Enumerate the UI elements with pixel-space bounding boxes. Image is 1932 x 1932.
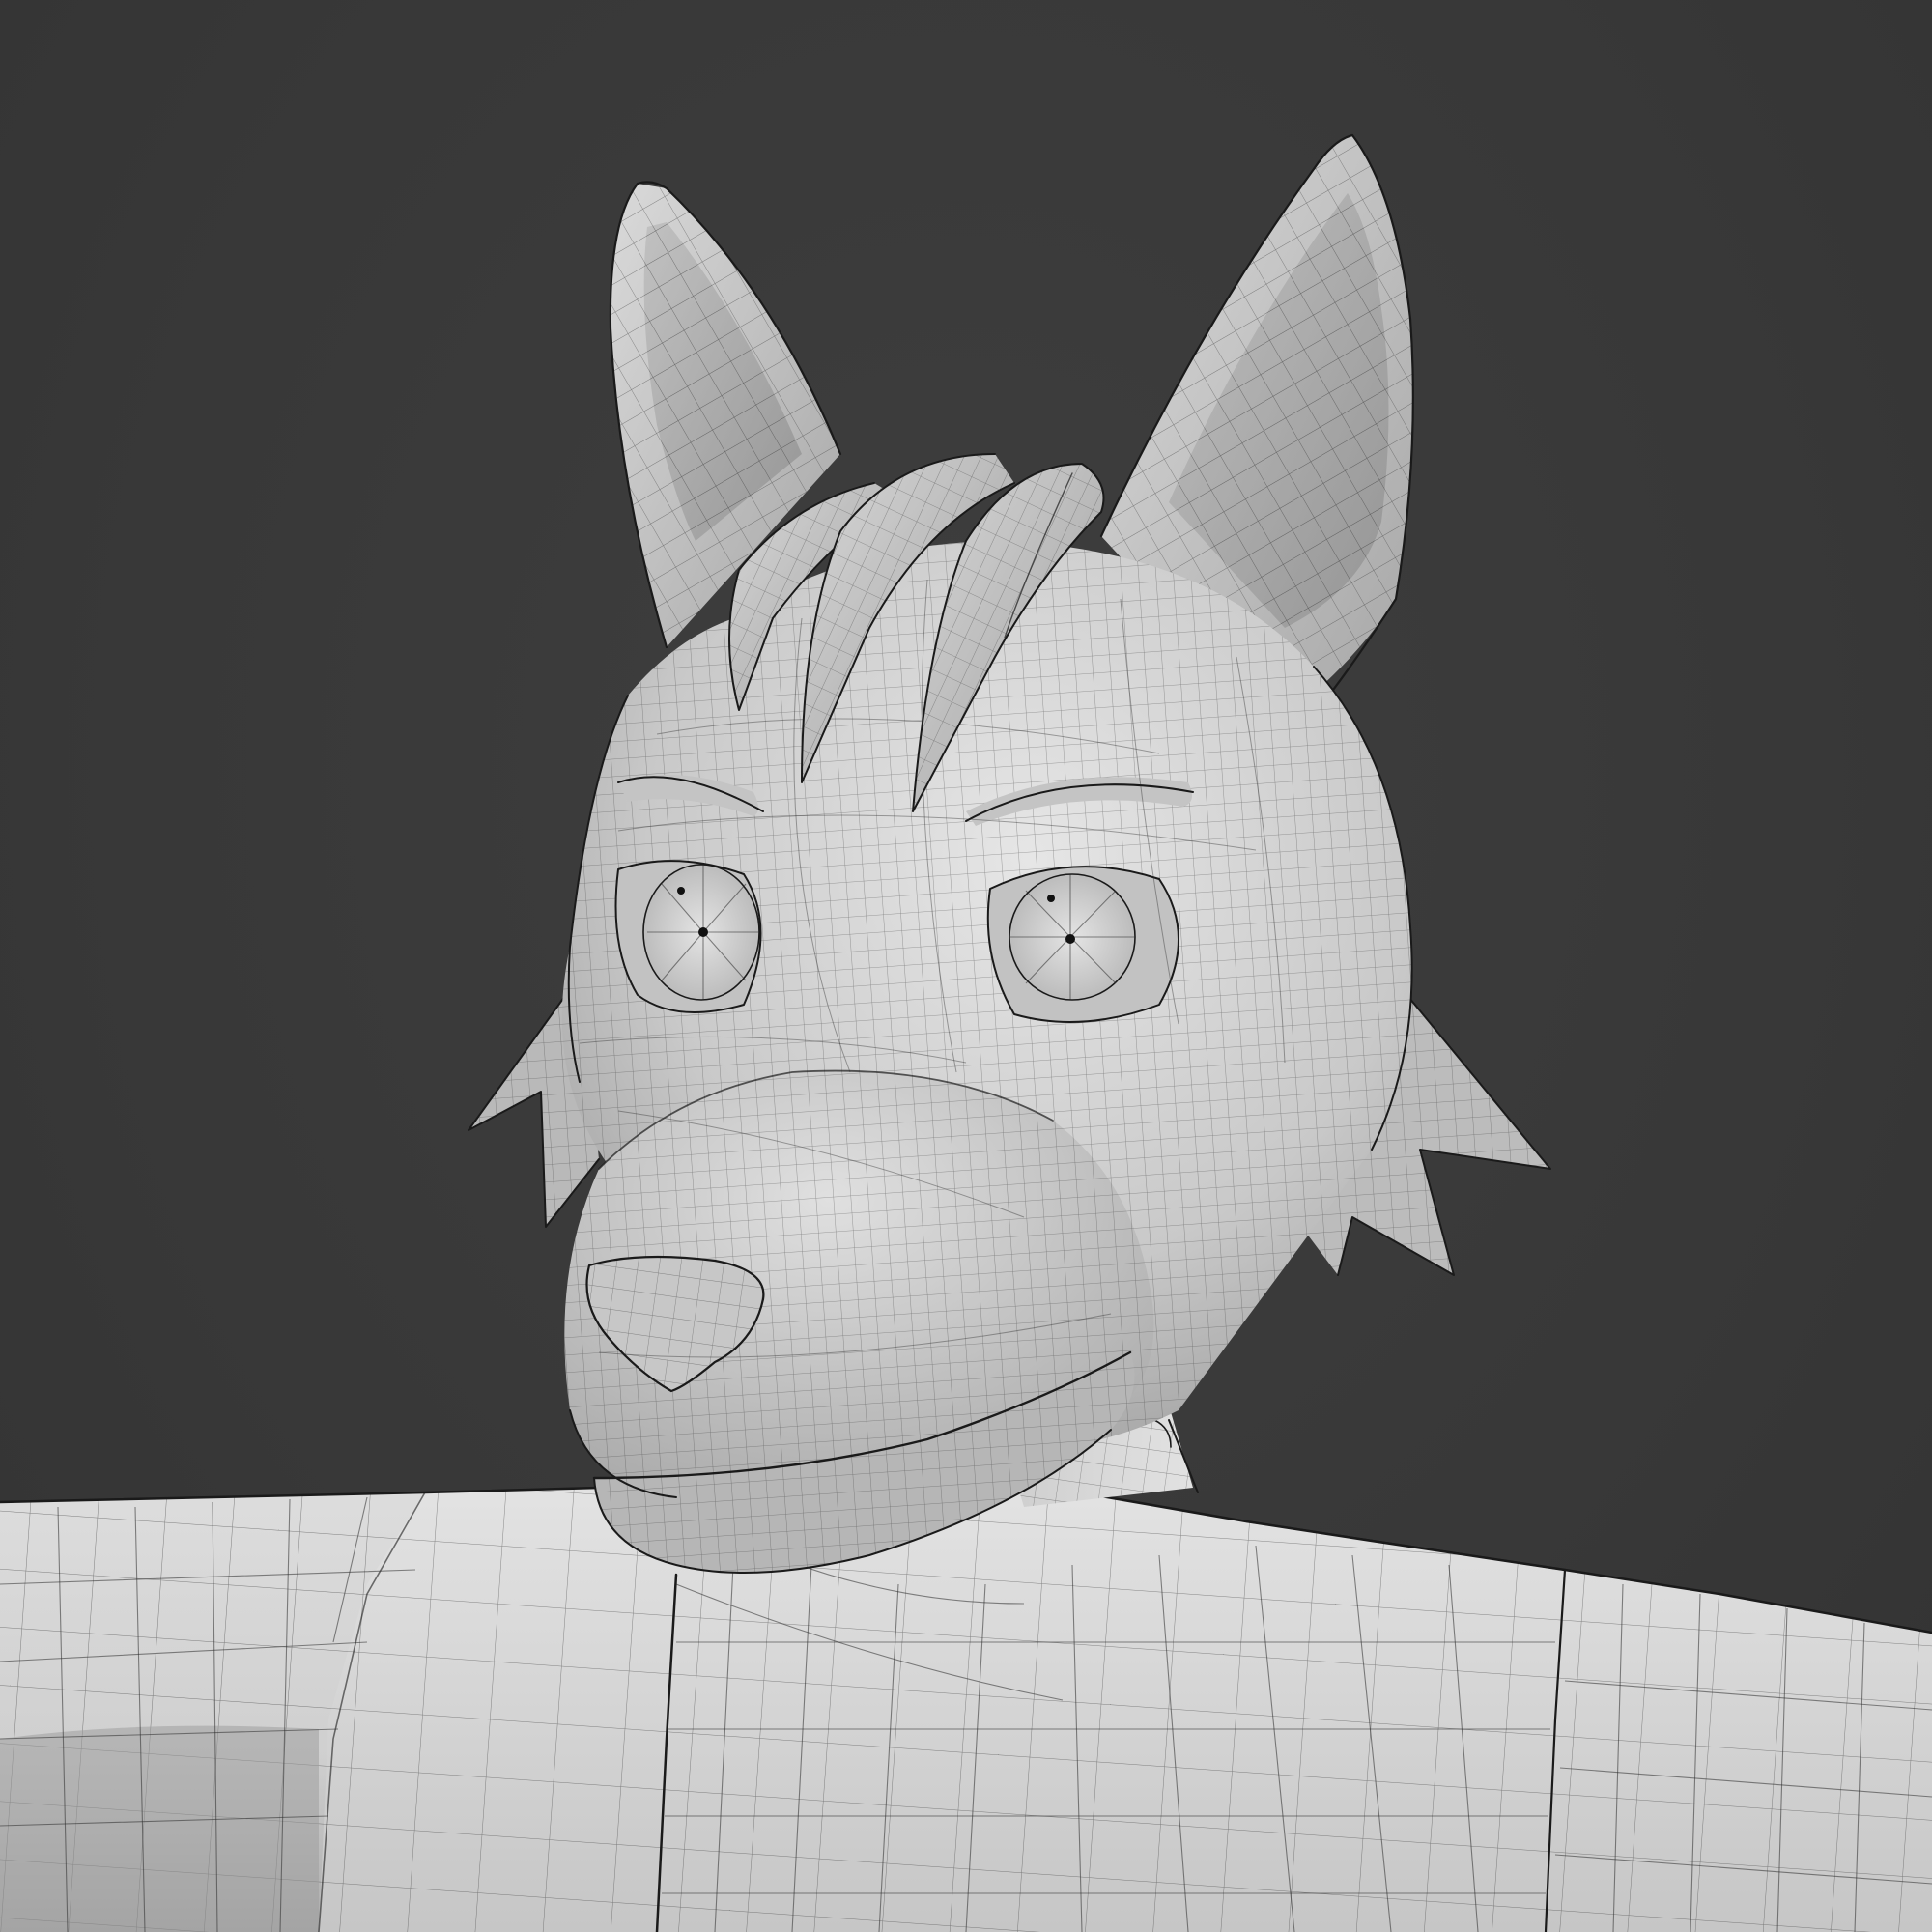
torso — [0, 1481, 1932, 1932]
viewport[interactable] — [0, 0, 1932, 1932]
left-pupil — [698, 927, 708, 937]
mesh-render — [0, 133, 1932, 1932]
right-pupil — [1065, 934, 1075, 944]
left-arm-shadow — [0, 1725, 319, 1932]
head — [468, 541, 1551, 1574]
